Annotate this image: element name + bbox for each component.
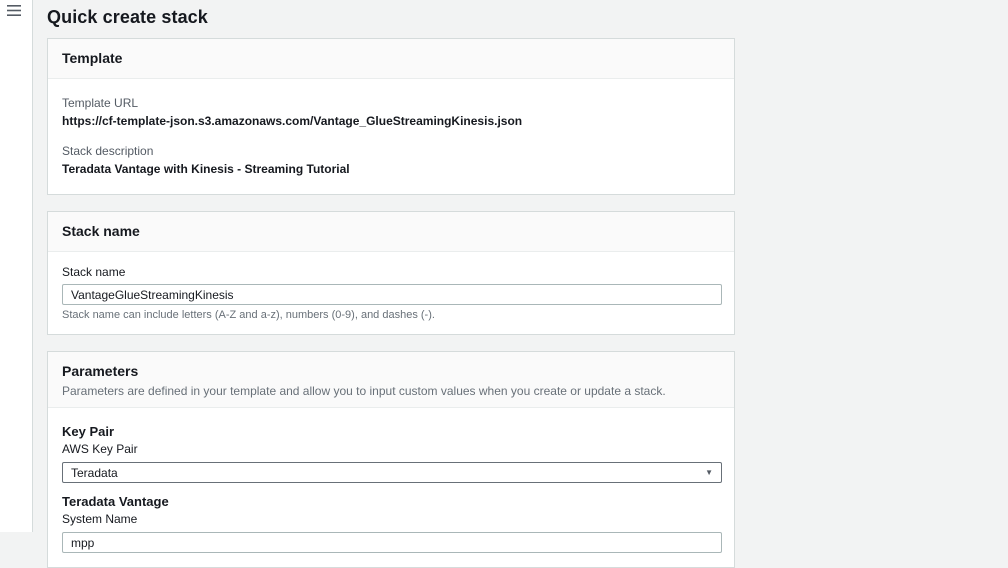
main-content: Quick create stack Template Template URL… — [34, 0, 1008, 532]
key-pair-selected-value: Teradata — [71, 466, 118, 480]
caret-down-icon: ▼ — [705, 469, 713, 477]
parameters-section-title: Parameters — [62, 363, 720, 380]
stack-name-section: Stack name Stack name Stack name can inc… — [47, 211, 735, 335]
key-pair-group-title: Key Pair — [62, 424, 720, 439]
template-url-field: Template URL https://cf-template-json.s3… — [62, 96, 720, 128]
system-name-label: System Name — [62, 512, 720, 526]
stack-name-label: Stack name — [62, 265, 720, 279]
parameters-section-header: Parameters Parameters are defined in you… — [48, 352, 734, 408]
stack-name-help-text: Stack name can include letters (A-Z and … — [62, 309, 720, 322]
system-name-input[interactable] — [62, 532, 722, 553]
param-group-key-pair: Key Pair AWS Key Pair Teradata ▼ — [62, 424, 720, 483]
template-section-title: Template — [62, 50, 720, 67]
content-column: Template Template URL https://cf-templat… — [47, 38, 735, 568]
menu-button[interactable] — [0, 0, 22, 17]
template-section-body: Template URL https://cf-template-json.s3… — [48, 79, 734, 194]
stack-description-value: Teradata Vantage with Kinesis - Streamin… — [62, 162, 720, 176]
template-section: Template Template URL https://cf-templat… — [47, 38, 735, 195]
key-pair-select[interactable]: Teradata ▼ — [62, 462, 722, 483]
hamburger-icon — [7, 5, 22, 20]
teradata-vantage-group-title: Teradata Vantage — [62, 494, 720, 509]
stack-name-section-header: Stack name — [48, 212, 734, 252]
parameters-section-description: Parameters are defined in your template … — [62, 384, 720, 398]
stack-name-input[interactable] — [62, 284, 722, 305]
param-group-teradata-vantage: Teradata Vantage System Name — [62, 494, 720, 553]
aws-key-pair-label: AWS Key Pair — [62, 442, 720, 456]
collapsed-sidebar — [0, 0, 33, 532]
parameters-section: Parameters Parameters are defined in you… — [47, 351, 735, 568]
stack-name-section-title: Stack name — [62, 223, 720, 240]
parameters-section-body: Key Pair AWS Key Pair Teradata ▼ Teradat… — [48, 408, 734, 567]
stack-description-label: Stack description — [62, 144, 720, 158]
template-url-value: https://cf-template-json.s3.amazonaws.co… — [62, 114, 720, 128]
stack-name-section-body: Stack name Stack name can include letter… — [48, 252, 734, 334]
template-url-label: Template URL — [62, 96, 720, 110]
template-section-header: Template — [48, 39, 734, 79]
stack-description-field: Stack description Teradata Vantage with … — [62, 144, 720, 176]
page-title: Quick create stack — [47, 5, 1008, 29]
